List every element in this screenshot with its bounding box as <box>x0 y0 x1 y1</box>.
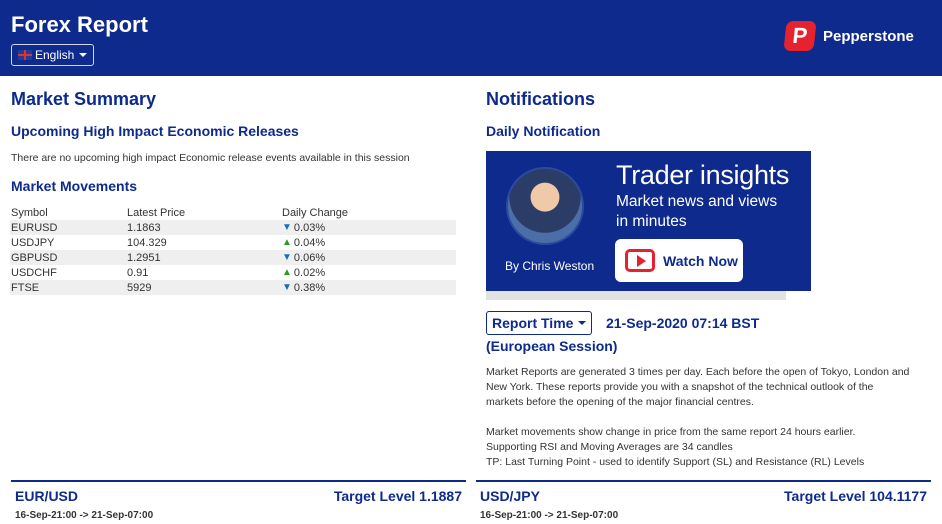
brand-name: Pepperstone <box>823 27 914 45</box>
description-line: TP: Last Turning Point - used to identif… <box>486 456 865 468</box>
language-selector[interactable]: English <box>11 44 95 66</box>
play-icon <box>625 249 655 272</box>
change-cell: ▲ 0.02% <box>282 267 456 279</box>
symbol-cell: USDCHF <box>11 266 57 279</box>
presenter-byline: By Chris Weston <box>505 259 595 273</box>
chevron-down-icon <box>578 321 587 325</box>
top-header: Forex Report English P Pepperstone <box>0 0 942 76</box>
column-header-symbol: Symbol <box>11 206 48 219</box>
change-cell: ▲ 0.04% <box>282 237 456 249</box>
table-row: FTSE 5929 ▼ 0.38% <box>10 280 456 295</box>
pair-name: USD/JPY <box>480 488 540 504</box>
table-row: USDJPY 104.329 ▲ 0.04% <box>10 235 456 250</box>
change-value: 0.04% <box>293 236 326 249</box>
watch-now-label: Watch Now <box>663 252 738 269</box>
banner-title: Trader insights <box>616 160 790 190</box>
time-range: 16-Sep-21:00 -> 21-Sep-07:00 <box>15 510 154 521</box>
upcoming-releases-heading: Upcoming High Impact Economic Releases <box>11 123 299 139</box>
banner-subtitle-line: in minutes <box>616 213 687 230</box>
description-line: New York. These reports provide you with… <box>486 381 874 393</box>
description-line: Market Reports are generated 3 times per… <box>486 366 910 378</box>
report-title: Forex Report <box>11 12 148 37</box>
arrow-down-icon: ▼ <box>282 252 292 263</box>
notifications-heading: Notifications <box>486 89 596 109</box>
arrow-down-icon: ▼ <box>282 222 292 233</box>
banner-subtitle: Market news and views in minutes <box>616 192 777 232</box>
upcoming-releases-text: There are no upcoming high impact Econom… <box>11 152 410 164</box>
trader-insights-banner[interactable]: By Chris Weston Trader insights Market n… <box>486 151 811 291</box>
change-cell: ▼ 0.38% <box>282 282 456 294</box>
banner-subtitle-line: Market news and views <box>616 193 778 210</box>
target-level: Target Level 1.1887 <box>333 488 462 504</box>
report-time-value: 21-Sep-2020 07:14 BST <box>606 315 760 331</box>
pair-name: EUR/USD <box>15 488 79 504</box>
symbol-cell: GBPUSD <box>11 251 58 264</box>
language-label: English <box>35 48 75 62</box>
price-cell: 1.2951 <box>127 251 161 264</box>
market-movements-heading: Market Movements <box>11 178 138 194</box>
price-cell: 0.91 <box>127 266 149 279</box>
watch-now-button[interactable]: Watch Now <box>615 239 743 282</box>
report-time-dropdown[interactable]: Report Time <box>486 311 593 335</box>
change-value: 0.02% <box>293 266 326 279</box>
brand-logo[interactable]: P Pepperstone <box>783 21 914 51</box>
uk-flag-icon <box>18 50 32 60</box>
eurusd-panel: EUR/USD Target Level 1.1887 16-Sep-21:00… <box>11 480 466 524</box>
pepperstone-logo-icon: P <box>783 21 817 51</box>
description-line: markets before the opening of the major … <box>486 396 754 408</box>
report-time-label: Report Time <box>492 315 574 331</box>
session-label: (European Session) <box>486 338 618 354</box>
table-row: EURUSD 1.1863 ▼ 0.03% <box>10 220 456 235</box>
daily-notification-heading: Daily Notification <box>486 123 601 139</box>
table-header-row: Symbol Latest Price Daily Change <box>10 205 456 220</box>
target-level: Target Level 104.1177 <box>784 488 927 504</box>
description-line: Market movements show change in price fr… <box>486 426 856 438</box>
arrow-up-icon: ▲ <box>282 267 292 278</box>
arrow-down-icon: ▼ <box>282 282 292 293</box>
price-cell: 104.329 <box>127 236 167 249</box>
market-movements-table: Symbol Latest Price Daily Change EURUSD … <box>10 205 456 295</box>
movements-description: Market movements show change in price fr… <box>486 425 936 470</box>
change-cell: ▼ 0.06% <box>282 252 456 264</box>
table-row: GBPUSD 1.2951 ▼ 0.06% <box>10 250 456 265</box>
symbol-cell: USDJPY <box>11 236 55 249</box>
column-header-price: Latest Price <box>127 206 186 219</box>
report-description: Market Reports are generated 3 times per… <box>486 365 936 410</box>
change-value: 0.06% <box>293 251 326 264</box>
presenter-avatar <box>506 167 584 245</box>
change-value: 0.03% <box>293 221 326 234</box>
change-value: 0.38% <box>293 281 326 294</box>
banner-scrollbar[interactable] <box>486 291 786 300</box>
price-cell: 1.1863 <box>127 221 161 234</box>
market-summary-heading: Market Summary <box>11 89 157 109</box>
table-row: USDCHF 0.91 ▲ 0.02% <box>10 265 456 280</box>
usdjpy-panel: USD/JPY Target Level 104.1177 16-Sep-21:… <box>476 480 931 524</box>
change-cell: ▼ 0.03% <box>282 222 456 234</box>
price-cell: 5929 <box>127 281 152 294</box>
arrow-up-icon: ▲ <box>282 237 292 248</box>
symbol-cell: FTSE <box>11 281 40 294</box>
symbol-cell: EURUSD <box>11 221 58 234</box>
chevron-down-icon <box>79 53 88 57</box>
time-range: 16-Sep-21:00 -> 21-Sep-07:00 <box>480 510 619 521</box>
description-line: Supporting RSI and Moving Averages are 3… <box>486 441 733 453</box>
column-header-change: Daily Change <box>282 206 349 219</box>
